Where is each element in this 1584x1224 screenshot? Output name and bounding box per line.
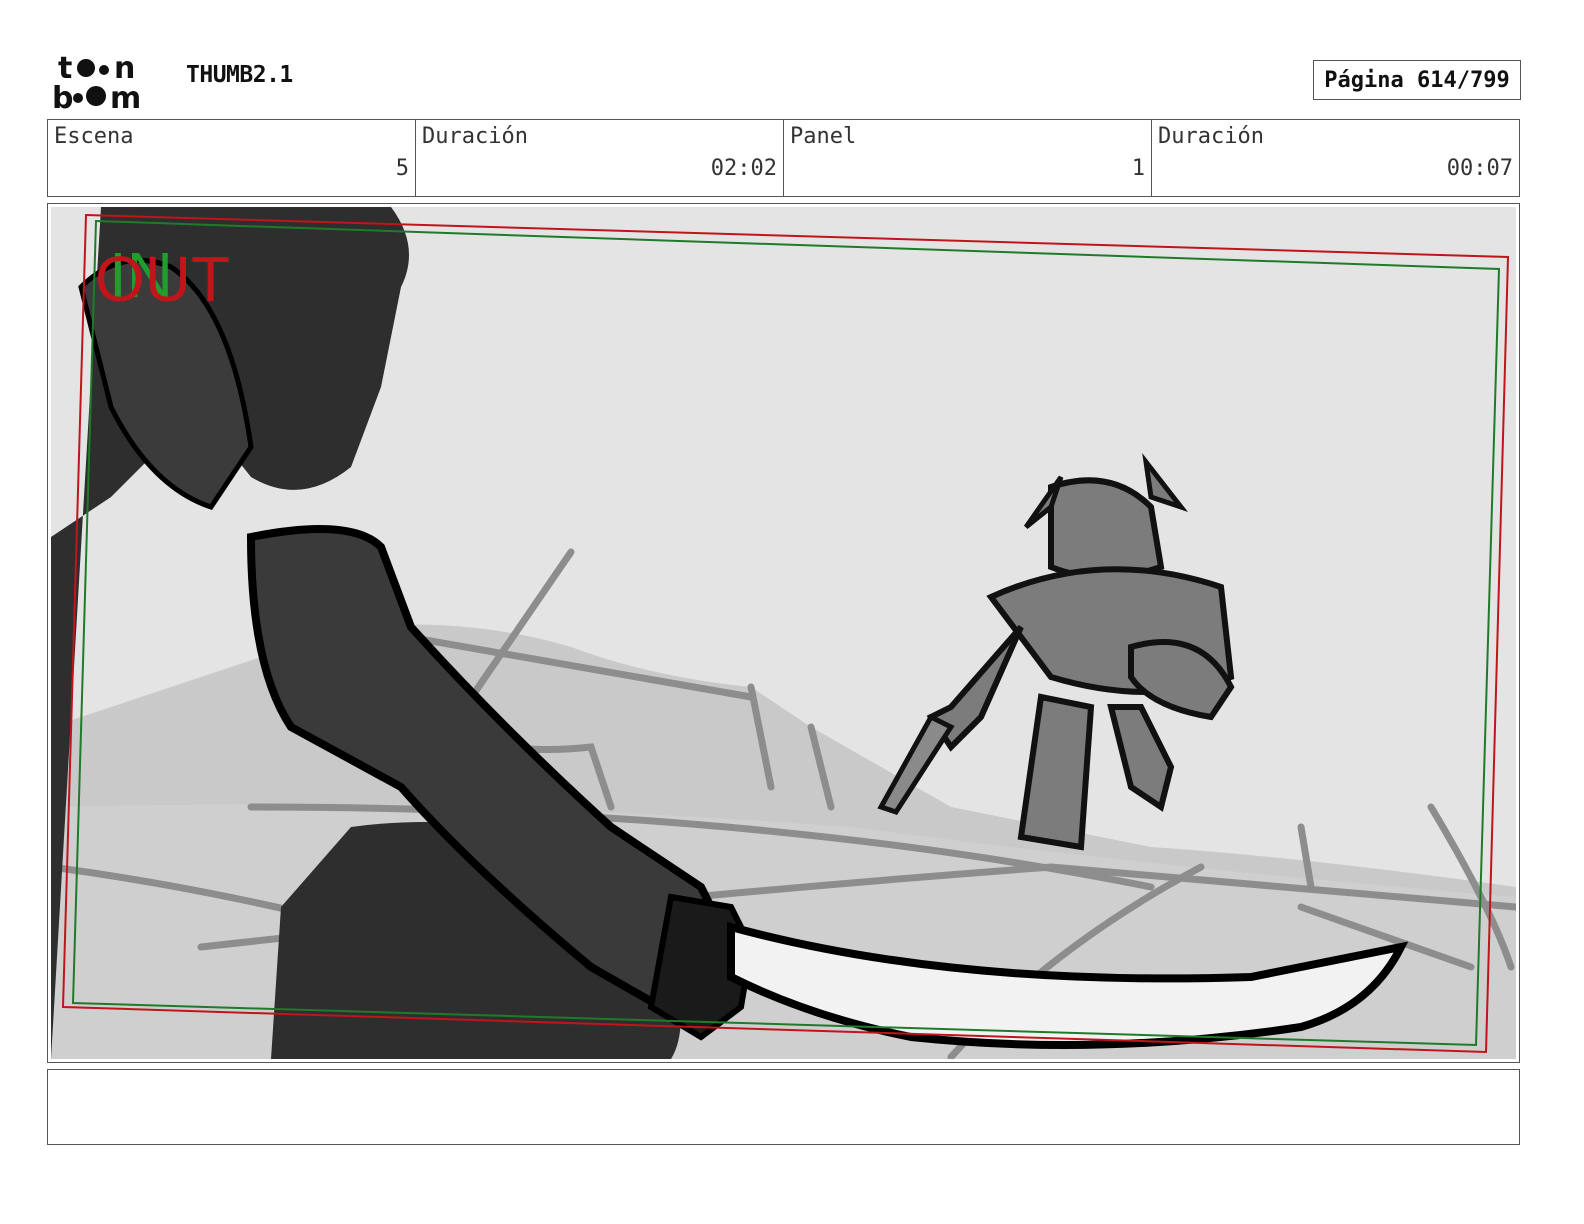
scene-value: 5 [395, 156, 409, 181]
svg-text:m: m [110, 81, 141, 112]
panel-notes [47, 1069, 1520, 1145]
page-number: Página 614/799 [1313, 60, 1521, 100]
panel-duration-label: Duración [1158, 124, 1264, 149]
panel-value: 1 [1131, 156, 1145, 181]
panel-duration-cell: Duración 00:07 [1152, 120, 1519, 196]
scene-duration-value: 02:02 [710, 156, 777, 181]
project-title: THUMB2.1 [186, 62, 293, 88]
scene-cell: Escena 5 [48, 120, 416, 196]
scene-duration-cell: Duración 02:02 [416, 120, 784, 196]
toon-boom-logo: t n b m [52, 50, 164, 116]
scene-duration-label: Duración [422, 124, 528, 149]
panel-cell: Panel 1 [784, 120, 1152, 196]
out-marker: OUT [95, 243, 230, 315]
svg-text:b: b [52, 81, 73, 112]
scene-label: Escena [54, 124, 134, 149]
panel-sketch: IN OUT [51, 207, 1516, 1059]
panel-label: Panel [790, 124, 857, 149]
panel-duration-value: 00:07 [1446, 156, 1513, 181]
storyboard-panel: IN OUT [47, 203, 1520, 1063]
scene-info-row: Escena 5 Duración 02:02 Panel 1 Duración… [47, 119, 1520, 197]
